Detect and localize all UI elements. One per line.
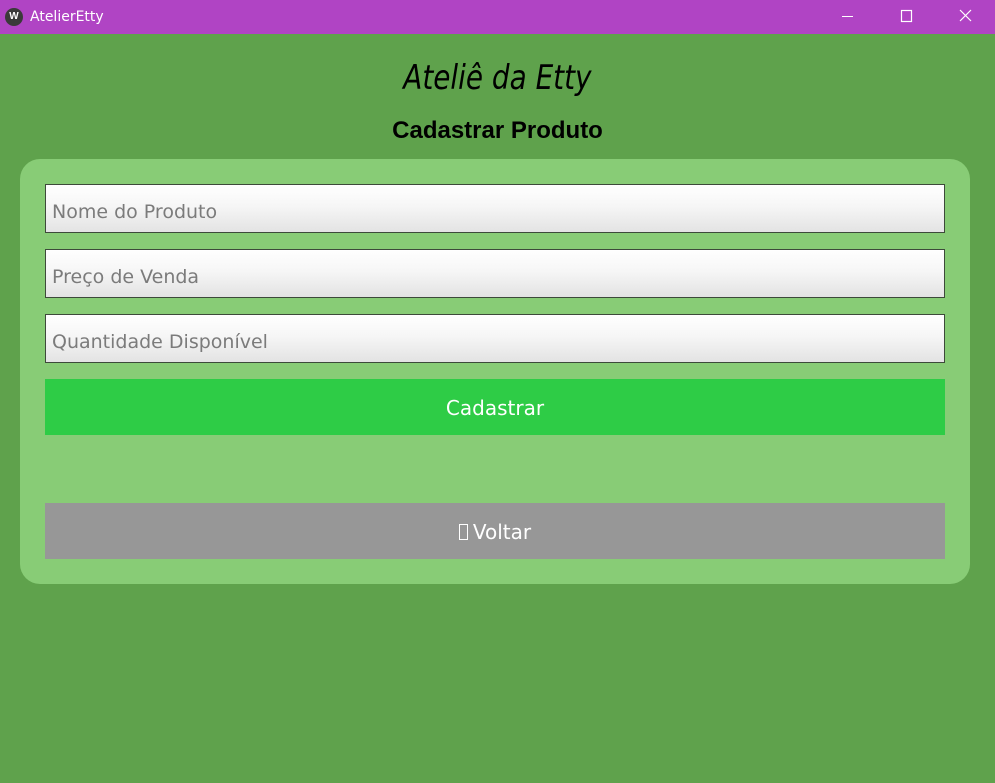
missing-glyph-icon [458,524,468,540]
close-button[interactable] [936,0,994,34]
window-title: AtelierEtty [30,9,104,25]
product-name-input[interactable] [46,185,944,232]
product-name-field[interactable] [45,184,945,233]
app-name-heading: Ateliê da Etty [403,58,592,98]
voltar-button-label: Voltar [472,520,532,544]
quantity-input[interactable] [46,315,944,362]
maximize-icon [900,9,913,23]
voltar-button[interactable]: Voltar [45,503,945,559]
minimize-icon [842,16,853,17]
app-icon: W [5,8,23,26]
close-icon [959,9,972,22]
sale-price-field[interactable] [45,249,945,298]
window-titlebar[interactable]: W AtelierEtty [0,0,995,34]
cadastrar-button-label: Cadastrar [445,396,545,420]
page-title: Cadastrar Produto [392,117,603,144]
maximize-button[interactable] [877,0,935,34]
minimize-button[interactable] [819,0,877,34]
quantity-field[interactable] [45,314,945,363]
sale-price-input[interactable] [46,250,944,297]
cadastrar-button[interactable]: Cadastrar [45,379,945,435]
